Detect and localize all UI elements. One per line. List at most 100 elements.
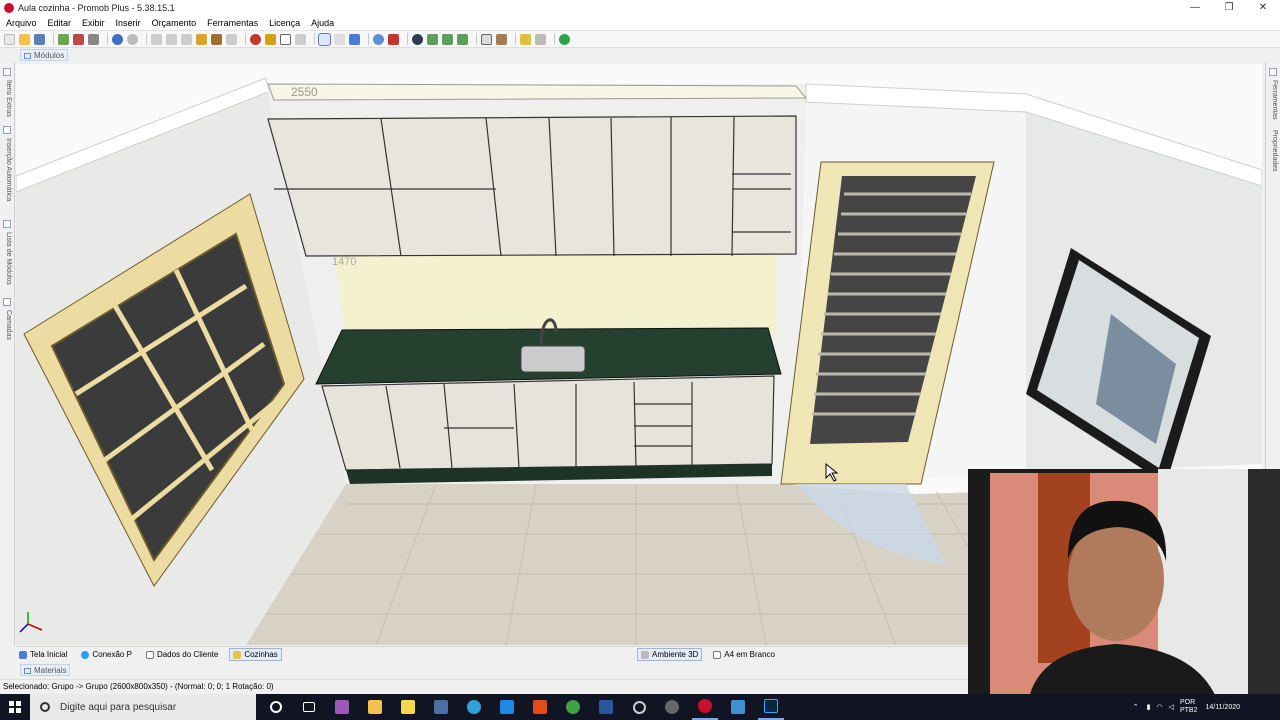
speedometer-icon[interactable] — [626, 694, 652, 720]
toolbar-divider — [53, 33, 54, 45]
menu-exibir[interactable]: Exibir — [82, 18, 105, 28]
report-icon[interactable] — [73, 33, 84, 45]
shade-icon[interactable] — [373, 33, 384, 45]
extras-icon — [3, 68, 11, 76]
modules-tab[interactable]: Módulos — [20, 49, 69, 61]
folder-icon — [233, 650, 242, 659]
print-icon[interactable] — [88, 33, 99, 45]
system-tray: ⌃ ▮ ◠ ◁ POR PTB2 14/11/2020 — [1133, 694, 1280, 720]
base-cabinets[interactable] — [321, 375, 775, 471]
menu-orcamento[interactable]: Orçamento — [152, 18, 197, 28]
menu-ajuda[interactable]: Ajuda — [311, 18, 334, 28]
edge-icon[interactable] — [461, 694, 487, 720]
box-icon[interactable] — [280, 33, 291, 45]
language-indicator[interactable]: POR PTB2 — [1180, 699, 1198, 715]
render-icon[interactable] — [58, 33, 69, 45]
menu-inserir[interactable]: Inserir — [116, 18, 141, 28]
dock-tab-lista-modulos[interactable]: Lista de Módulos — [5, 232, 12, 285]
dock-tab-ferramentas[interactable]: Ferramentas — [1271, 80, 1278, 120]
sink[interactable] — [520, 345, 586, 373]
paste-icon[interactable] — [181, 33, 192, 45]
menu-editar[interactable]: Editar — [48, 18, 72, 28]
pan-right-icon[interactable] — [457, 33, 468, 45]
photos-icon[interactable] — [725, 694, 751, 720]
toolbar-divider — [476, 33, 477, 45]
sphere-icon[interactable] — [250, 33, 261, 45]
calculator-icon[interactable] — [428, 694, 454, 720]
save-icon[interactable] — [34, 33, 45, 45]
eye-icon[interactable] — [412, 33, 423, 45]
dock-tab-camadas[interactable]: Camadas — [5, 310, 12, 340]
settings-app-icon[interactable] — [659, 694, 685, 720]
minimize-button[interactable]: — — [1178, 0, 1212, 15]
task-view-icon[interactable] — [296, 694, 322, 720]
word-icon[interactable] — [593, 694, 619, 720]
menu-licenca[interactable]: Licença — [269, 18, 300, 28]
maximize-button[interactable]: ❐ — [1212, 0, 1246, 15]
cortana-icon[interactable] — [263, 694, 289, 720]
materials-tab[interactable]: Materiais — [20, 664, 71, 676]
dock-tab-insercao-automatica[interactable]: Inserção Automática — [5, 138, 12, 201]
close-button[interactable]: ✕ — [1246, 0, 1280, 15]
options-icon[interactable] — [535, 33, 546, 45]
connection-icon — [81, 650, 90, 659]
tray-date[interactable]: 14/11/2020 — [1205, 704, 1240, 711]
cut-icon[interactable] — [151, 33, 162, 45]
copy-icon[interactable] — [166, 33, 177, 45]
tab-dados-cliente[interactable]: Dados do Cliente — [143, 648, 221, 661]
status-bar: Selecionado: Grupo -> Grupo (2600x800x35… — [0, 679, 968, 693]
redo-icon[interactable] — [127, 33, 138, 45]
promob-taskbar-icon[interactable] — [692, 694, 718, 720]
snipping-tool-icon[interactable] — [329, 694, 355, 720]
menu-arquivo[interactable]: Arquivo — [6, 18, 37, 28]
cube-icon[interactable] — [496, 33, 507, 45]
tray-chevron-icon[interactable]: ⌃ — [1133, 703, 1139, 711]
view-mode-icon[interactable] — [349, 33, 360, 45]
network-icon[interactable]: ▮ — [1147, 703, 1151, 711]
dock-tab-propriedades[interactable]: Propriedades — [1271, 130, 1278, 172]
wall-icon[interactable] — [388, 33, 399, 45]
home-icon — [19, 650, 27, 659]
document-tab-bar: Tela Inicial Conexão P Dados do Cliente … — [16, 646, 968, 662]
brush-icon[interactable] — [196, 33, 207, 45]
photoshop-icon[interactable] — [758, 694, 784, 720]
taskbar-search[interactable]: Digite aqui para pesquisar — [30, 694, 256, 720]
measure-icon[interactable] — [334, 33, 345, 45]
menu-ferramentas[interactable]: Ferramentas — [207, 18, 258, 28]
windows-taskbar: Digite aqui para pesquisar ⌃ ▮ ◠ ◁ POR P… — [0, 694, 1280, 720]
start-button[interactable] — [0, 694, 30, 720]
wifi-icon[interactable]: ◠ — [1156, 703, 1162, 711]
toolbar-divider — [245, 33, 246, 45]
toolbar-divider — [314, 33, 315, 45]
file-explorer-icon[interactable] — [362, 694, 388, 720]
grid-icon[interactable] — [295, 33, 306, 45]
tab-conexao[interactable]: Conexão P — [78, 648, 135, 661]
open-folder-icon[interactable] — [19, 33, 30, 45]
tab-tela-inicial[interactable]: Tela Inicial — [16, 648, 70, 661]
new-file-icon[interactable] — [4, 33, 15, 45]
delete-icon[interactable] — [226, 33, 237, 45]
menu-bar: Arquivo Editar Exibir Inserir Orçamento … — [0, 15, 1280, 31]
toolbar-divider — [146, 33, 147, 45]
tab-cozinhas[interactable]: Cozinhas — [229, 648, 282, 661]
tab-a4-em-branco[interactable]: A4 em Branco — [710, 648, 778, 661]
upper-cabinets[interactable] — [267, 115, 797, 257]
chrome-icon[interactable] — [560, 694, 586, 720]
orbit-icon[interactable] — [427, 33, 438, 45]
help-globe-icon[interactable] — [559, 33, 570, 45]
sticky-notes-icon[interactable] — [395, 694, 421, 720]
wand-icon[interactable] — [520, 33, 531, 45]
mail-icon[interactable] — [494, 694, 520, 720]
pan-left-icon[interactable] — [442, 33, 453, 45]
dock-tab-itens-extras[interactable]: Itens Extras — [5, 80, 12, 117]
undo-icon[interactable] — [112, 33, 123, 45]
select-arrow-icon[interactable] — [318, 32, 331, 46]
paint-icon[interactable] — [211, 33, 222, 45]
office-icon[interactable] — [527, 694, 553, 720]
tab-ambiente-3d[interactable]: Ambiente 3D — [637, 648, 703, 661]
toolbar-divider — [554, 33, 555, 45]
camera-view-icon[interactable] — [481, 33, 492, 45]
volume-icon[interactable]: ◁ — [1169, 703, 1174, 711]
toolbar-divider — [407, 33, 408, 45]
group-icon[interactable] — [265, 33, 276, 45]
